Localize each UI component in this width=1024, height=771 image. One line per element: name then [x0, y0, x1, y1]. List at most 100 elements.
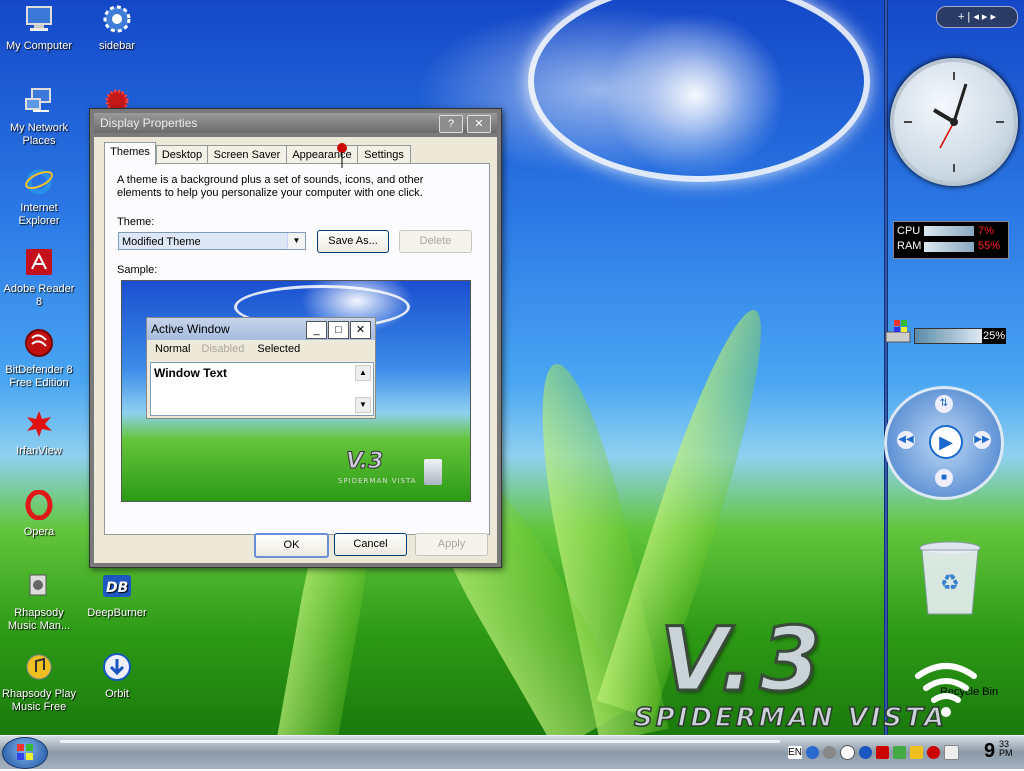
clock-tray-icon[interactable]	[823, 745, 836, 759]
help-button[interactable]: ?	[439, 115, 463, 133]
icon-label: Internet Explorer	[18, 202, 60, 227]
ram-value: 55%	[978, 240, 1001, 252]
windows-drive-icon	[884, 318, 912, 346]
tab-settings[interactable]: Settings	[357, 145, 411, 164]
rhapsody-music-manager-icon[interactable]: Rhapsody Music Man...	[0, 569, 78, 633]
cpu-meter-gadget: CPU 7% RAM 55%	[893, 221, 1009, 259]
repeat-button[interactable]: ⇅	[935, 395, 953, 413]
preview-menu-disabled: Disabled	[201, 343, 245, 355]
theme-description: A theme is a background plus a set of so…	[117, 174, 424, 199]
opera-icon[interactable]: Opera	[0, 488, 78, 539]
preview-active-window: Active Window _ □ ✕ Normal Disabled Sele…	[146, 317, 376, 419]
messenger-tray-icon[interactable]	[944, 744, 959, 760]
media-player-gadget: ▶ ◀◀ ▶▶ ⇅ ■	[884, 386, 1004, 500]
gear-icon	[100, 2, 134, 36]
play-button[interactable]: ▶	[929, 425, 963, 459]
disk-usage-value: 25%	[982, 328, 1006, 344]
gear-tray-icon[interactable]	[806, 745, 819, 759]
previous-button[interactable]: ◀◀	[897, 431, 915, 449]
theme-select[interactable]: Modified Theme ▼	[118, 232, 306, 250]
cpu-value: 7%	[978, 225, 994, 237]
irfanview-icon[interactable]: IrfanView	[0, 407, 78, 458]
icon-label: sidebar	[98, 40, 136, 52]
recycle-bin-gadget[interactable]: ♻	[918, 540, 982, 618]
speaker-tray-icon[interactable]	[910, 745, 923, 759]
preview-menu: Normal Disabled Selected	[147, 340, 375, 358]
display-properties-window: Display Properties ? ✕ Themes Desktop Sc…	[89, 108, 502, 568]
stop-button[interactable]: ■	[935, 469, 953, 487]
adobe-reader-icon[interactable]: Adobe Reader 8	[0, 245, 78, 309]
close-icon: ✕	[350, 321, 371, 339]
my-network-places-icon[interactable]: My Network Places	[0, 84, 78, 148]
preview-menu-normal: Normal	[155, 343, 191, 355]
sidebar-divider	[884, 0, 888, 735]
delete-button[interactable]: Delete	[399, 230, 472, 253]
ram-meter-bar	[924, 242, 974, 252]
clock-face-icon	[904, 72, 1004, 172]
pdf-icon	[22, 245, 56, 279]
wallpaper-ring	[528, 0, 870, 182]
theme-label: Theme:	[117, 216, 155, 228]
cpu-meter-bar	[924, 226, 974, 236]
ram-label: RAM	[897, 240, 922, 252]
scroll-down-icon: ▼	[355, 397, 371, 413]
taskbar-clock[interactable]: 9	[984, 740, 995, 763]
clock-gadget	[890, 58, 1018, 186]
taskbar: EN 9 33 PM	[0, 735, 1024, 769]
opera-logo-icon	[22, 488, 56, 522]
disk-usage-bar	[914, 328, 986, 344]
close-button[interactable]: ✕	[467, 115, 491, 133]
shield-tray-icon[interactable]	[876, 745, 889, 759]
sample-label: Sample:	[117, 264, 158, 276]
sidebar-shortcut-icon[interactable]: sidebar	[78, 2, 156, 53]
save-as-button[interactable]: Save As...	[317, 230, 389, 253]
icon-label: My Computer	[5, 40, 73, 52]
window-body: Themes Desktop Screen Saver Appearance S…	[94, 137, 497, 563]
status-tray-icon[interactable]	[840, 744, 855, 760]
orbit-icon[interactable]: Orbit	[78, 650, 156, 701]
cancel-button[interactable]: Cancel	[334, 533, 407, 556]
tab-themes[interactable]: Themes	[104, 142, 156, 165]
wallpaper-logo: V.3	[658, 608, 828, 711]
tab-screen-saver[interactable]: Screen Saver	[207, 145, 287, 164]
download-tray-icon[interactable]	[859, 745, 872, 759]
preview-menu-selected: Selected	[257, 343, 301, 355]
internet-explorer-icon[interactable]: Internet Explorer	[0, 164, 78, 228]
clock-hour: 9	[984, 740, 996, 762]
icon-label: Rhapsody Music Man...	[7, 607, 71, 632]
start-button[interactable]	[2, 737, 48, 769]
recycle-bin-icon: ♻	[919, 541, 981, 615]
svg-text:DB: DB	[106, 580, 128, 596]
antivirus-tray-icon[interactable]	[927, 745, 940, 759]
music-note-icon	[22, 650, 56, 684]
icon-label: IrfanView	[16, 445, 62, 457]
my-computer-icon[interactable]: My Computer	[0, 2, 78, 53]
language-indicator[interactable]: EN	[788, 745, 802, 759]
tab-desktop[interactable]: Desktop	[156, 145, 208, 164]
clock-minutes: 33 PM	[999, 740, 1013, 758]
sidebar-controls[interactable]: + | ◂ ▸ ▸	[936, 6, 1018, 28]
rhapsody-play-music-icon[interactable]: Rhapsody Play Music Free	[0, 650, 78, 714]
system-tray: EN	[788, 740, 959, 764]
chevron-down-icon[interactable]: ▼	[287, 233, 305, 249]
svg-text:♻: ♻	[940, 571, 960, 596]
icon-label: Opera	[23, 526, 55, 538]
preview-logo-subtitle: SPIDERMAN VISTA	[338, 477, 417, 485]
rhapsody-icon	[22, 569, 56, 603]
window-title-bar[interactable]: Display Properties ? ✕	[94, 113, 497, 133]
desktop: V.3 SPIDERMAN VISTA My Computer sidebar …	[0, 0, 1024, 754]
theme-select-value: Modified Theme	[122, 236, 201, 248]
ok-button[interactable]: OK	[254, 533, 329, 558]
wifi-signal-icon	[912, 654, 980, 724]
db-logo-icon: DB	[100, 569, 134, 603]
network-tray-icon[interactable]	[893, 745, 906, 759]
bitdefender-icon[interactable]: BitDefender 8 Free Edition	[0, 326, 78, 390]
cpu-label: CPU	[897, 225, 921, 237]
ie-logo-icon	[22, 164, 56, 198]
apply-button[interactable]: Apply	[415, 533, 488, 556]
shield-icon	[22, 326, 56, 360]
next-button[interactable]: ▶▶	[973, 431, 991, 449]
deepburner-icon[interactable]: DB DeepBurner	[78, 569, 156, 620]
icon-label: My Network Places	[9, 122, 69, 147]
minimize-icon: _	[306, 321, 327, 339]
